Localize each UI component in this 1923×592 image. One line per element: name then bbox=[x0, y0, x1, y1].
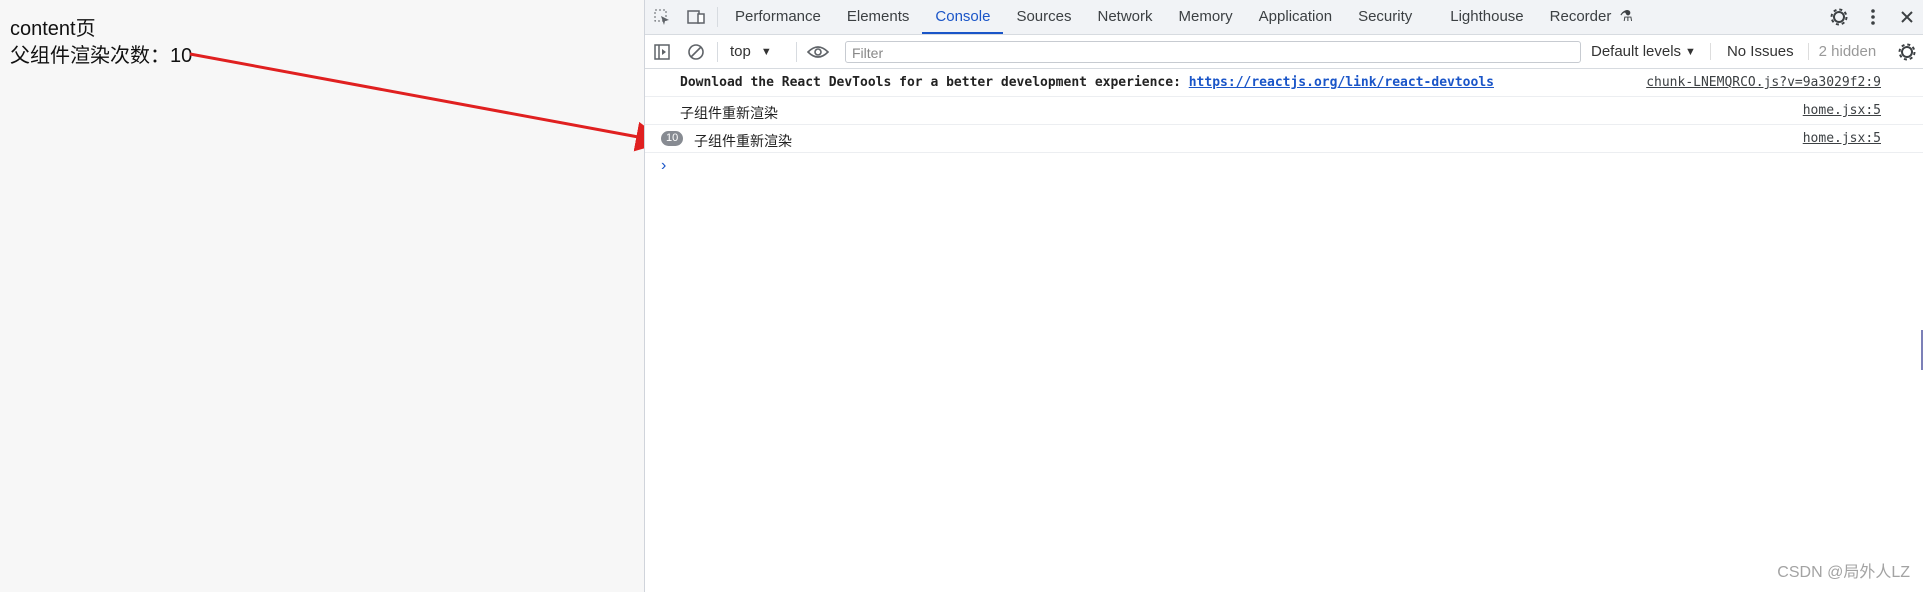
console-message: 10 子组件重新渲染 home.jsx:5 bbox=[645, 125, 1923, 153]
close-icon[interactable] bbox=[1890, 0, 1923, 34]
console-output: Download the React DevTools for a better… bbox=[645, 69, 1923, 179]
tab-memory[interactable]: Memory bbox=[1166, 0, 1246, 34]
console-message: Download the React DevTools for a better… bbox=[645, 69, 1923, 97]
toolbar-divider bbox=[796, 41, 797, 62]
tab-security[interactable]: Security bbox=[1345, 0, 1425, 34]
message-source-link[interactable]: home.jsx:5 bbox=[1803, 131, 1881, 146]
console-message: 子组件重新渲染 home.jsx:5 bbox=[645, 97, 1923, 125]
message-text: 子组件重新渲染 bbox=[694, 133, 792, 149]
caret-down-icon: ▼ bbox=[1685, 45, 1696, 58]
tab-divider bbox=[717, 7, 718, 27]
context-label: top bbox=[730, 43, 751, 60]
filter-input[interactable]: Filter bbox=[845, 40, 1581, 63]
devtools-panel: Performance Elements Console Sources Net… bbox=[644, 0, 1923, 592]
clear-console-icon[interactable] bbox=[679, 35, 713, 69]
console-toolbar: top ▼ Filter Default levels ▼ No Issues … bbox=[645, 35, 1923, 69]
settings-gear-icon[interactable] bbox=[1822, 0, 1856, 34]
context-selector[interactable]: top ▼ bbox=[730, 43, 792, 60]
console-settings-gear-icon[interactable] bbox=[1890, 35, 1923, 69]
more-options-icon[interactable] bbox=[1856, 0, 1890, 34]
flask-icon: ⚗ bbox=[1619, 8, 1633, 25]
annotation-arrow bbox=[189, 52, 666, 152]
tab-elements[interactable]: Elements bbox=[834, 0, 923, 34]
live-expression-eye-icon[interactable] bbox=[801, 35, 835, 69]
message-text: Download the React DevTools for a better… bbox=[680, 75, 1494, 90]
tab-application[interactable]: Application bbox=[1246, 0, 1345, 34]
message-prefix: Download the React DevTools for a better… bbox=[680, 75, 1189, 90]
issues-button[interactable]: No Issues bbox=[1709, 43, 1794, 60]
log-levels-dropdown[interactable]: Default levels ▼ bbox=[1591, 43, 1696, 60]
caret-down-icon: ▼ bbox=[760, 45, 772, 58]
message-source-link[interactable]: chunk-LNEMQRCO.js?v=9a3029f2:9 bbox=[1646, 75, 1881, 90]
inspect-element-icon[interactable] bbox=[645, 0, 679, 34]
device-toolbar-icon[interactable] bbox=[679, 0, 713, 34]
tab-lighthouse[interactable]: Lighthouse bbox=[1437, 0, 1536, 34]
tab-console[interactable]: Console bbox=[922, 0, 1004, 34]
tab-recorder[interactable]: Recorder ⚗ bbox=[1537, 0, 1646, 34]
prompt-chevron-icon: › bbox=[661, 157, 667, 174]
react-devtools-link[interactable]: https://reactjs.org/link/react-devtools bbox=[1189, 75, 1494, 90]
message-text: 子组件重新渲染 bbox=[680, 105, 778, 121]
tab-recorder-label: Recorder bbox=[1549, 8, 1612, 25]
tab-sources[interactable]: Sources bbox=[1003, 0, 1084, 34]
log-levels-label: Default levels bbox=[1591, 43, 1682, 60]
tab-performance[interactable]: Performance bbox=[722, 0, 834, 34]
console-prompt[interactable]: › bbox=[645, 153, 1923, 179]
devtools-tabbar: Performance Elements Console Sources Net… bbox=[645, 0, 1923, 35]
tab-network[interactable]: Network bbox=[1084, 0, 1165, 34]
message-source-link[interactable]: home.jsx:5 bbox=[1803, 103, 1881, 118]
watermark: CSDN @局外人LZ bbox=[1777, 564, 1910, 581]
toolbar-divider bbox=[717, 41, 718, 62]
hidden-messages-count: 2 hidden bbox=[1807, 43, 1876, 60]
show-sidebar-icon[interactable] bbox=[645, 35, 679, 69]
repeat-count-badge: 10 bbox=[661, 131, 684, 146]
